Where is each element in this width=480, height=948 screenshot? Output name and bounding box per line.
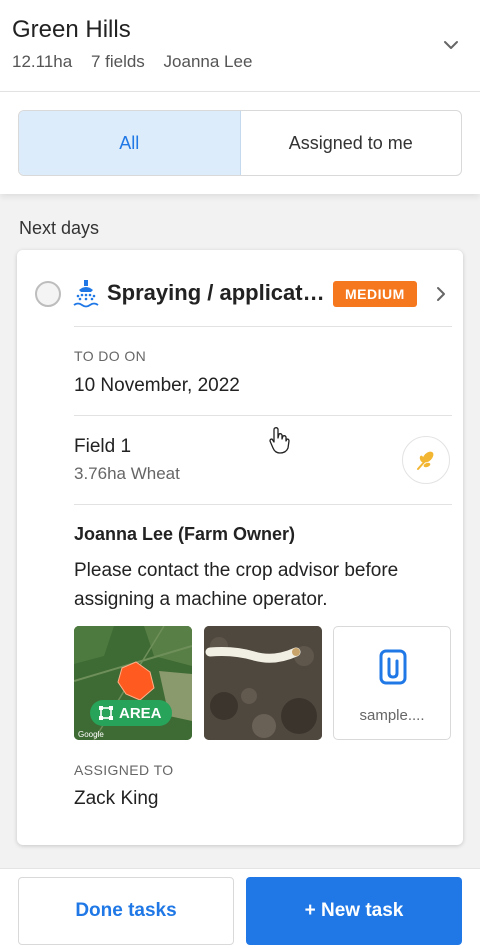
farm-name: Green Hills — [12, 16, 131, 43]
hand-cursor-icon — [269, 427, 290, 454]
assigned-to: Zack King — [74, 788, 159, 809]
todo-date: 10 November, 2022 — [74, 375, 240, 396]
sprayer-icon — [73, 280, 99, 308]
divider — [74, 326, 452, 327]
file-attachment[interactable]: sample.... — [333, 626, 451, 740]
wheat-icon — [417, 451, 434, 470]
paperclip-icon — [379, 649, 407, 685]
task-complete-checkbox[interactable] — [35, 281, 61, 307]
larva-photo — [204, 626, 322, 740]
area-select-icon — [99, 706, 113, 720]
assigned-label: ASSIGNED TO — [74, 762, 174, 778]
footer-actions: Done tasks + New task — [0, 868, 480, 948]
task-title: Spraying / application — [107, 280, 325, 305]
chevron-right-icon[interactable] — [431, 283, 451, 305]
file-name: sample.... — [359, 707, 425, 724]
divider — [74, 504, 452, 505]
tab-assigned-to-me[interactable]: Assigned to me — [241, 111, 462, 175]
section-title: Next days — [19, 218, 100, 238]
farm-owner: Joanna Lee — [163, 52, 253, 71]
farm-meta: 12.11ha 7 fields Joanna Lee — [12, 52, 266, 72]
field-name[interactable]: Field 1 — [74, 436, 131, 458]
area-tag-label: AREA — [119, 704, 162, 722]
chevron-down-icon[interactable] — [440, 34, 462, 56]
area-tag: AREA — [90, 700, 172, 726]
crop-button[interactable] — [402, 436, 450, 484]
map-credit: Google — [78, 730, 104, 739]
field-map-thumbnail[interactable]: AREA Google — [74, 626, 192, 740]
tab-all[interactable]: All — [19, 111, 241, 175]
farm-fields-count: 7 fields — [90, 52, 145, 71]
priority-badge: MEDIUM — [333, 281, 417, 307]
field-detail: 3.76ha Wheat — [74, 464, 180, 483]
todo-label: TO DO ON — [74, 348, 147, 364]
farm-area: 12.11ha — [12, 52, 73, 71]
divider — [74, 415, 452, 416]
farm-header[interactable]: Green Hills 12.11ha 7 fields Joanna Lee — [0, 0, 480, 92]
tabs-bar: All Assigned to me — [0, 92, 480, 194]
task-filter-tabs: All Assigned to me — [18, 110, 462, 176]
note-text: Please contact the crop advisor before a… — [74, 560, 399, 610]
note-author: Joanna Lee (Farm Owner) — [74, 524, 296, 544]
task-card[interactable]: Spraying / application MEDIUM TO DO ON 1… — [17, 250, 463, 845]
photo-thumbnail[interactable] — [204, 626, 322, 740]
done-tasks-button[interactable]: Done tasks — [18, 877, 234, 945]
new-task-button[interactable]: + New task — [246, 877, 462, 945]
